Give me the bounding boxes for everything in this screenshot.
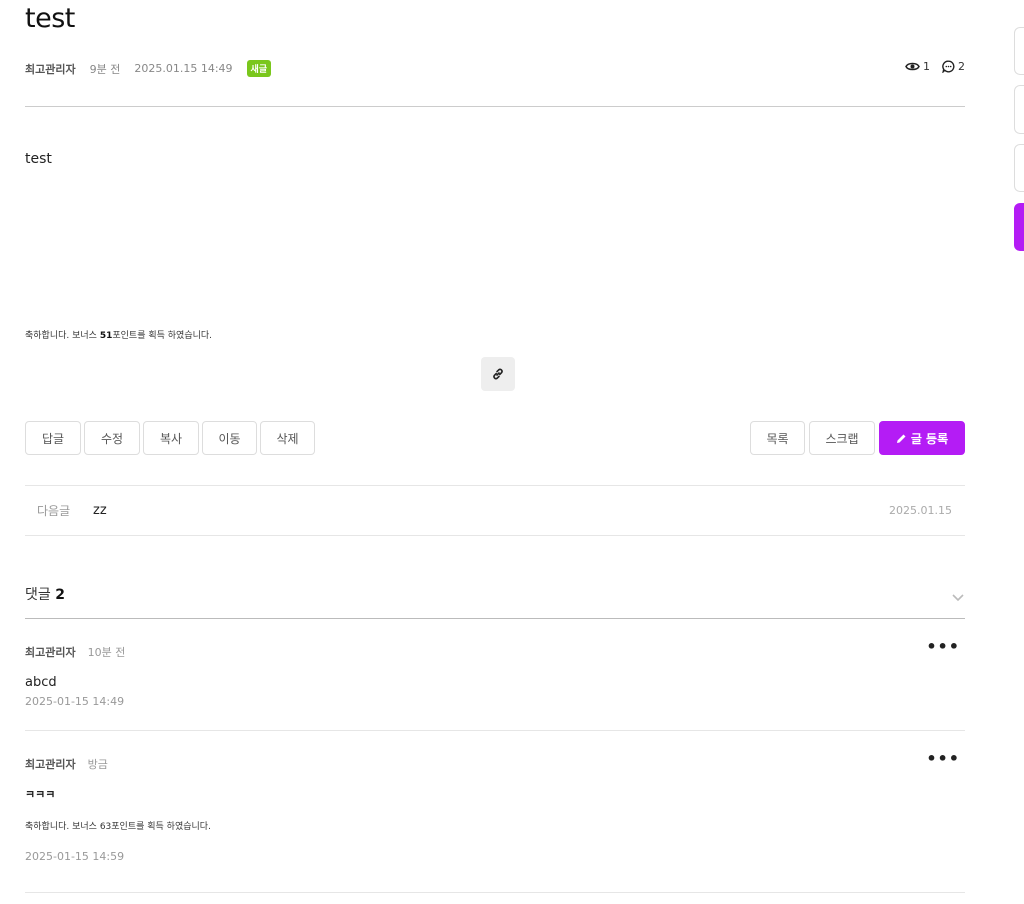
bonus-points: 51 <box>99 331 113 341</box>
post-meta: 최고관리자 9분 전 2025.01.15 14:49 새글 <box>25 60 272 77</box>
comment-author[interactable]: 최고관리자 <box>25 646 76 659</box>
next-post-link[interactable]: 다음글 zz 2025.01.15 <box>25 485 965 536</box>
list-button[interactable]: 목록 <box>750 421 805 455</box>
comments-count: 2 <box>55 587 65 603</box>
post-actions: 답글 수정 복사 이동 삭제 <box>25 421 315 455</box>
divider <box>25 106 965 107</box>
next-post-label: 다음글 <box>37 504 71 518</box>
post-ago: 9분 전 <box>89 62 121 76</box>
comment-count-value: 2 <box>958 60 965 73</box>
side-tool-button[interactable] <box>1014 144 1024 192</box>
eye-icon <box>905 62 920 71</box>
bonus-pre: 축하합니다. 보너스 <box>25 822 100 832</box>
comment-author[interactable]: 최고관리자 <box>25 758 76 771</box>
more-icon[interactable]: ••• <box>926 637 960 656</box>
comment-ago: 10분 전 <box>87 646 126 659</box>
comment-ago: 방금 <box>87 758 108 771</box>
scrap-button[interactable]: 스크랩 <box>809 421 875 455</box>
post-bonus-message: 축하합니다. 보너스 51포인트를 획득 하였습니다. <box>25 328 212 341</box>
move-button[interactable]: 이동 <box>202 421 257 455</box>
comment-bonus-message: 축하합니다. 보너스 63포인트를 획득 하였습니다. <box>25 819 965 832</box>
divider <box>25 892 965 893</box>
view-count: 1 <box>905 60 930 73</box>
reply-button[interactable]: 답글 <box>25 421 81 455</box>
comment-text: abcd <box>25 675 57 690</box>
view-count-value: 1 <box>923 60 930 73</box>
bonus-pre: 축하합니다. 보너스 <box>25 331 100 341</box>
comment-item: 최고관리자 10분 전 ••• abcd 2025-01-15 14:49 <box>25 637 965 708</box>
side-tool-button[interactable] <box>1014 27 1024 75</box>
copy-button[interactable]: 복사 <box>143 421 199 455</box>
comment-icon <box>942 60 955 73</box>
bonus-post: 포인트를 획득 하였습니다. <box>112 331 213 341</box>
write-button-label: 글 등록 <box>910 431 949 446</box>
comments-header: 댓글 2 <box>25 584 65 604</box>
next-post-date: 2025.01.15 <box>889 504 952 517</box>
bonus-points: 63 <box>99 822 112 832</box>
comment-text: ㅋㅋㅋ <box>25 788 56 801</box>
delete-button[interactable]: 삭제 <box>260 421 315 455</box>
chevron-down-icon <box>952 594 964 602</box>
divider <box>25 618 965 619</box>
new-badge: 새글 <box>246 60 272 77</box>
comment-item: 최고관리자 방금 ••• ㅋㅋㅋ 축하합니다. 보너스 63포인트를 획득 하였습… <box>25 749 965 863</box>
edit-button[interactable]: 수정 <box>84 421 140 455</box>
comment-timestamp: 2025-01-15 14:59 <box>25 850 125 863</box>
comment-count: 2 <box>942 60 965 73</box>
post-author[interactable]: 최고관리자 <box>25 61 76 77</box>
comment-timestamp: 2025-01-15 14:49 <box>25 695 125 708</box>
side-tool-button-active[interactable] <box>1014 203 1024 251</box>
divider <box>25 730 965 731</box>
post-date: 2025.01.15 14:49 <box>134 62 233 75</box>
write-button[interactable]: 글 등록 <box>879 421 965 455</box>
link-icon <box>493 368 503 380</box>
side-tool-button[interactable] <box>1014 85 1024 134</box>
copy-link-button[interactable] <box>481 357 515 391</box>
post-body: test <box>25 151 52 167</box>
bonus-post: 포인트를 획득 하였습니다. <box>111 822 211 832</box>
comments-toggle-button[interactable] <box>951 587 965 606</box>
comments-label: 댓글 <box>25 587 51 603</box>
pencil-icon <box>896 434 906 443</box>
post-nav-actions: 목록 스크랩 글 등록 <box>750 421 965 455</box>
more-icon[interactable]: ••• <box>926 749 960 768</box>
post-counts: 1 2 <box>905 60 965 73</box>
next-post-title[interactable]: zz <box>93 503 107 518</box>
post-title: test <box>25 3 75 34</box>
